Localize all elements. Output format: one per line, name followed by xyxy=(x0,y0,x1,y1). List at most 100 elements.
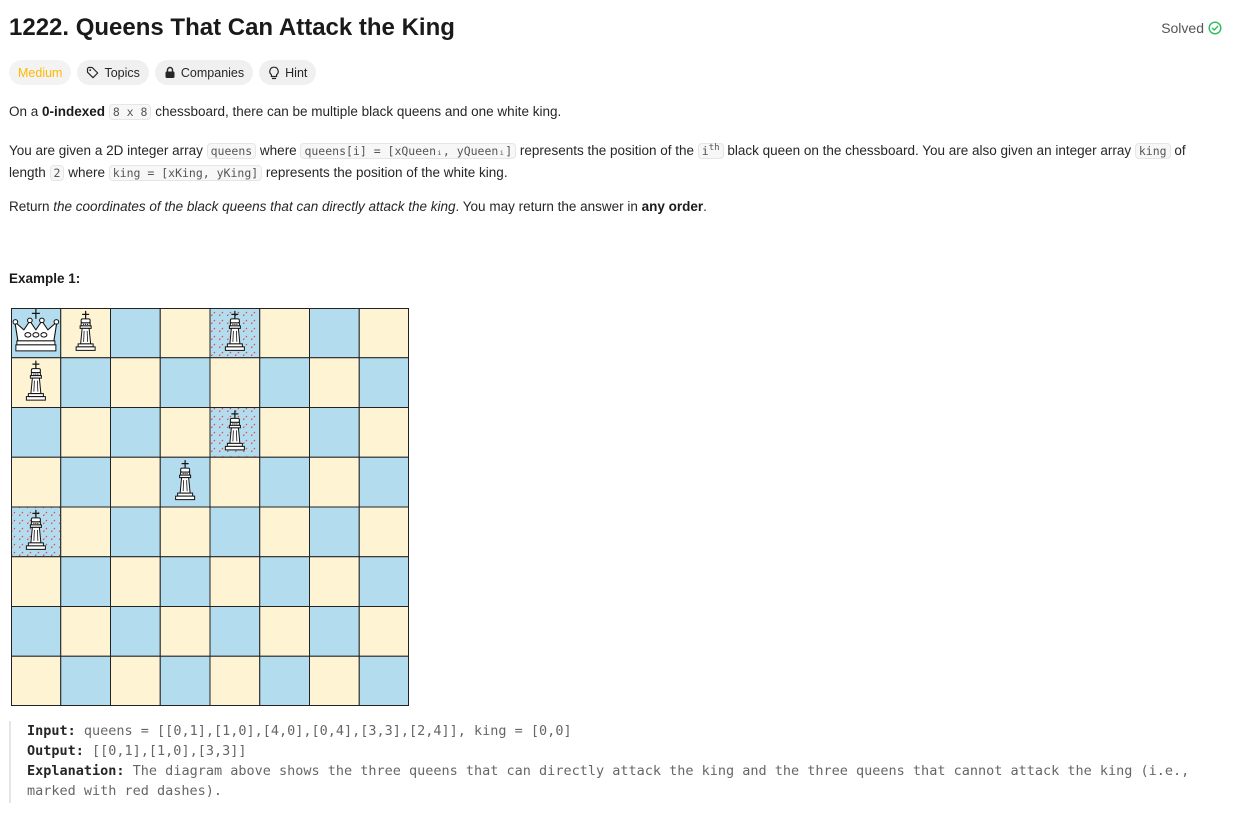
code-base: i xyxy=(701,143,709,158)
inline-code: ith xyxy=(697,142,724,159)
inline-code: 2 xyxy=(49,164,65,181)
board-square xyxy=(110,556,161,607)
inline-code: queens[i] = [xQueenᵢ, yQueenᵢ] xyxy=(300,142,517,159)
board-square xyxy=(358,655,409,706)
bold-text: 0-indexed xyxy=(42,104,106,119)
board-square xyxy=(259,506,310,558)
example-title: Example 1: xyxy=(9,271,81,286)
bold-text: any order xyxy=(641,199,704,214)
board-square xyxy=(309,407,360,458)
hint-button[interactable]: Hint xyxy=(259,60,317,85)
board-square xyxy=(309,357,360,408)
text: represents the position of the xyxy=(516,142,698,158)
explanation-value: The diagram above shows the three queens… xyxy=(27,763,1190,799)
difficulty-badge: Medium xyxy=(9,60,72,85)
italic-text: the coordinates of the black queens that… xyxy=(53,199,456,214)
board-square xyxy=(159,308,211,359)
board-square xyxy=(110,506,161,558)
board-square xyxy=(259,357,310,408)
board-square xyxy=(358,456,409,508)
board-square xyxy=(110,456,161,508)
board-square xyxy=(110,407,161,458)
check-circle-icon xyxy=(1208,21,1222,35)
board-square xyxy=(309,308,360,359)
board-square xyxy=(259,407,310,458)
board-square xyxy=(11,456,62,508)
board-square xyxy=(159,556,211,607)
topics-button[interactable]: Topics xyxy=(77,60,149,85)
board-square xyxy=(110,606,161,657)
example-output-line: Output: [[0,1],[1,0],[3,3]] xyxy=(27,741,1224,761)
board-square xyxy=(358,606,409,657)
board-square xyxy=(309,655,360,706)
board-square xyxy=(60,357,111,408)
board-square xyxy=(159,655,211,706)
companies-button[interactable]: Companies xyxy=(154,60,254,85)
hint-label: Hint xyxy=(285,65,308,80)
board-squares xyxy=(11,308,409,706)
board-square xyxy=(209,357,261,408)
board-square xyxy=(259,655,310,706)
board-square xyxy=(11,407,62,458)
companies-label: Companies xyxy=(180,65,245,80)
board-square xyxy=(309,456,360,508)
output-value: [[0,1],[1,0],[3,3]] xyxy=(83,743,247,759)
description-paragraph-3: Return the coordinates of the black quee… xyxy=(9,196,1224,217)
board-square xyxy=(159,407,211,458)
problem-title: 1222. Queens That Can Attack the King xyxy=(9,14,455,41)
board-square xyxy=(209,506,261,558)
text: black queen on the chessboard. You are a… xyxy=(723,142,1135,158)
example-input-line: Input: queens = [[0,1],[1,0],[4,0],[0,4]… xyxy=(27,721,1224,741)
board-square xyxy=(209,456,261,508)
explanation-label: Explanation: xyxy=(27,763,125,779)
input-value: queens = [[0,1],[1,0],[4,0],[0,4],[3,3],… xyxy=(75,723,572,739)
board-square xyxy=(60,556,111,607)
text: Return xyxy=(9,199,54,214)
text: . xyxy=(703,199,707,214)
board-square xyxy=(209,556,261,607)
text: where xyxy=(64,164,109,180)
inline-code: queens xyxy=(206,142,257,159)
board-square xyxy=(60,407,111,458)
board-square xyxy=(259,456,310,508)
board-square xyxy=(209,655,261,706)
board-square xyxy=(358,506,409,558)
board-square xyxy=(309,506,360,558)
board-square xyxy=(110,357,161,408)
text: You are given a 2D integer array xyxy=(9,142,207,158)
lock-icon xyxy=(164,66,176,79)
board-square xyxy=(60,506,111,558)
board-square xyxy=(60,456,111,508)
board-square xyxy=(11,606,62,657)
board-square xyxy=(309,556,360,607)
board-square xyxy=(159,606,211,657)
board-square xyxy=(11,556,62,607)
board-square xyxy=(159,357,211,408)
board-square xyxy=(259,308,310,359)
lightbulb-icon xyxy=(268,66,280,80)
board-square xyxy=(159,506,211,558)
chessboard-diagram xyxy=(11,308,409,706)
example-explanation-line: Explanation: The diagram above shows the… xyxy=(27,761,1224,801)
chessboard-svg xyxy=(11,308,409,706)
topics-label: Topics xyxy=(104,65,140,80)
board-square xyxy=(358,308,409,359)
board-square xyxy=(60,655,111,706)
solved-label: Solved xyxy=(1161,20,1204,36)
text: where xyxy=(256,142,301,158)
tag-icon xyxy=(86,66,99,79)
example-block: Input: queens = [[0,1],[1,0],[4,0],[0,4]… xyxy=(9,721,1224,803)
text: represents the position of the white kin… xyxy=(262,164,508,180)
code-superscript: th xyxy=(708,143,720,153)
board-square xyxy=(11,655,62,706)
solved-status: Solved xyxy=(1161,20,1222,36)
inline-code: king = [xKing, yKing] xyxy=(108,164,263,181)
inline-code: 8 x 8 xyxy=(108,104,152,120)
board-square xyxy=(358,357,409,408)
board-square xyxy=(209,606,261,657)
output-label: Output: xyxy=(27,743,84,759)
text: chessboard, there can be multiple black … xyxy=(151,104,562,119)
board-square xyxy=(259,606,310,657)
input-label: Input: xyxy=(27,723,76,739)
inline-code: king xyxy=(1134,142,1171,159)
